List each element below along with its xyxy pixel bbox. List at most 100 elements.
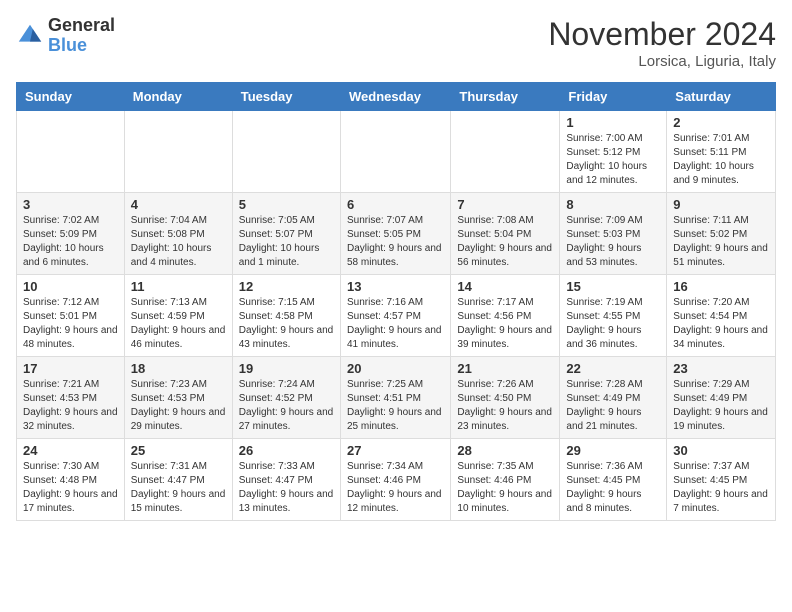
day-number: 27 bbox=[347, 443, 444, 458]
page-header: General Blue November 2024 Lorsica, Ligu… bbox=[16, 16, 776, 70]
calendar-cell bbox=[451, 111, 560, 193]
day-info: Sunrise: 7:20 AM Sunset: 4:54 PM Dayligh… bbox=[673, 296, 769, 352]
day-number: 11 bbox=[131, 279, 226, 294]
day-number: 10 bbox=[23, 279, 118, 294]
weekday-header-wednesday: Wednesday bbox=[340, 83, 450, 111]
day-number: 14 bbox=[457, 279, 553, 294]
day-number: 17 bbox=[23, 361, 118, 376]
day-info: Sunrise: 7:29 AM Sunset: 4:49 PM Dayligh… bbox=[673, 378, 769, 434]
calendar-cell: 14 Sunrise: 7:17 AM Sunset: 4:56 PM Dayli… bbox=[451, 275, 560, 357]
day-number: 3 bbox=[23, 197, 118, 212]
day-number: 21 bbox=[457, 361, 553, 376]
logo-blue: Blue bbox=[48, 35, 87, 55]
calendar-cell: 3Sunrise: 7:02 AM Sunset: 5:09 PM Daylig… bbox=[17, 193, 125, 275]
calendar-cell: 13 Sunrise: 7:16 AM Sunset: 4:57 PM Dayli… bbox=[340, 275, 450, 357]
calendar-cell: 11Sunrise: 7:13 AM Sunset: 4:59 PM Dayli… bbox=[124, 275, 232, 357]
day-number: 8 bbox=[566, 197, 660, 212]
day-info: Sunrise: 7:15 AM Sunset: 4:58 PM Dayligh… bbox=[239, 296, 334, 352]
location-subtitle: Lorsica, Liguria, Italy bbox=[548, 53, 776, 70]
calendar-cell: 18 Sunrise: 7:23 AM Sunset: 4:53 PM Dayli… bbox=[124, 357, 232, 439]
calendar-cell: 27 Sunrise: 7:34 AM Sunset: 4:46 PM Dayli… bbox=[340, 439, 450, 521]
day-number: 13 bbox=[347, 279, 444, 294]
day-info: Sunrise: 7:01 AM Sunset: 5:11 PM Dayligh… bbox=[673, 132, 769, 188]
calendar-cell: 12 Sunrise: 7:15 AM Sunset: 4:58 PM Dayli… bbox=[232, 275, 340, 357]
weekday-header-sunday: Sunday bbox=[17, 83, 125, 111]
day-number: 22 bbox=[566, 361, 660, 376]
day-info: Sunrise: 7:21 AM Sunset: 4:53 PM Dayligh… bbox=[23, 378, 118, 434]
day-info: Sunrise: 7:17 AM Sunset: 4:56 PM Dayligh… bbox=[457, 296, 553, 352]
day-info: Sunrise: 7:34 AM Sunset: 4:46 PM Dayligh… bbox=[347, 460, 444, 516]
calendar-cell: 26Sunrise: 7:33 AM Sunset: 4:47 PM Dayli… bbox=[232, 439, 340, 521]
day-number: 16 bbox=[673, 279, 769, 294]
calendar-cell: 8 Sunrise: 7:09 AM Sunset: 5:03 PM Daylig… bbox=[560, 193, 667, 275]
calendar-cell: 22 Sunrise: 7:28 AM Sunset: 4:49 PM Dayli… bbox=[560, 357, 667, 439]
calendar-cell: 19 Sunrise: 7:24 AM Sunset: 4:52 PM Dayli… bbox=[232, 357, 340, 439]
logo-icon bbox=[16, 22, 44, 50]
calendar-cell: 25 Sunrise: 7:31 AM Sunset: 4:47 PM Dayli… bbox=[124, 439, 232, 521]
weekday-header-saturday: Saturday bbox=[667, 83, 776, 111]
calendar-cell bbox=[232, 111, 340, 193]
calendar-cell: 1 Sunrise: 7:00 AM Sunset: 5:12 PM Daylig… bbox=[560, 111, 667, 193]
calendar-cell: 24Sunrise: 7:30 AM Sunset: 4:48 PM Dayli… bbox=[17, 439, 125, 521]
title-block: November 2024 Lorsica, Liguria, Italy bbox=[548, 16, 776, 70]
logo: General Blue bbox=[16, 16, 115, 56]
calendar-cell: 20 Sunrise: 7:25 AM Sunset: 4:51 PM Dayli… bbox=[340, 357, 450, 439]
day-number: 19 bbox=[239, 361, 334, 376]
day-number: 24 bbox=[23, 443, 118, 458]
day-number: 5 bbox=[239, 197, 334, 212]
day-info: Sunrise: 7:35 AM Sunset: 4:46 PM Dayligh… bbox=[457, 460, 553, 516]
day-info: Sunrise: 7:23 AM Sunset: 4:53 PM Dayligh… bbox=[131, 378, 226, 434]
calendar-cell: 10 Sunrise: 7:12 AM Sunset: 5:01 PM Dayli… bbox=[17, 275, 125, 357]
calendar-week-2: 3Sunrise: 7:02 AM Sunset: 5:09 PM Daylig… bbox=[17, 193, 776, 275]
day-number: 25 bbox=[131, 443, 226, 458]
day-info: Sunrise: 7:07 AM Sunset: 5:05 PM Dayligh… bbox=[347, 214, 444, 270]
day-number: 2 bbox=[673, 115, 769, 130]
calendar-table: SundayMondayTuesdayWednesdayThursdayFrid… bbox=[16, 82, 776, 521]
calendar-cell: 15Sunrise: 7:19 AM Sunset: 4:55 PM Dayli… bbox=[560, 275, 667, 357]
calendar-week-4: 17 Sunrise: 7:21 AM Sunset: 4:53 PM Dayli… bbox=[17, 357, 776, 439]
calendar-cell bbox=[17, 111, 125, 193]
day-number: 7 bbox=[457, 197, 553, 212]
month-title: November 2024 bbox=[548, 16, 776, 53]
day-info: Sunrise: 7:37 AM Sunset: 4:45 PM Dayligh… bbox=[673, 460, 769, 516]
day-number: 29 bbox=[566, 443, 660, 458]
day-info: Sunrise: 7:36 AM Sunset: 4:45 PM Dayligh… bbox=[566, 460, 660, 516]
day-info: Sunrise: 7:12 AM Sunset: 5:01 PM Dayligh… bbox=[23, 296, 118, 352]
day-info: Sunrise: 7:31 AM Sunset: 4:47 PM Dayligh… bbox=[131, 460, 226, 516]
day-number: 20 bbox=[347, 361, 444, 376]
calendar-cell: 2 Sunrise: 7:01 AM Sunset: 5:11 PM Daylig… bbox=[667, 111, 776, 193]
calendar-week-3: 10 Sunrise: 7:12 AM Sunset: 5:01 PM Dayli… bbox=[17, 275, 776, 357]
day-info: Sunrise: 7:09 AM Sunset: 5:03 PM Dayligh… bbox=[566, 214, 660, 270]
day-info: Sunrise: 7:19 AM Sunset: 4:55 PM Dayligh… bbox=[566, 296, 660, 352]
calendar-cell: 21 Sunrise: 7:26 AM Sunset: 4:50 PM Dayli… bbox=[451, 357, 560, 439]
day-number: 23 bbox=[673, 361, 769, 376]
day-number: 30 bbox=[673, 443, 769, 458]
weekday-header-tuesday: Tuesday bbox=[232, 83, 340, 111]
day-number: 12 bbox=[239, 279, 334, 294]
day-info: Sunrise: 7:28 AM Sunset: 4:49 PM Dayligh… bbox=[566, 378, 660, 434]
day-number: 9 bbox=[673, 197, 769, 212]
weekday-header-friday: Friday bbox=[560, 83, 667, 111]
day-info: Sunrise: 7:24 AM Sunset: 4:52 PM Dayligh… bbox=[239, 378, 334, 434]
calendar-cell: 5Sunrise: 7:05 AM Sunset: 5:07 PM Daylig… bbox=[232, 193, 340, 275]
weekday-header-thursday: Thursday bbox=[451, 83, 560, 111]
calendar-cell: 30 Sunrise: 7:37 AM Sunset: 4:45 PM Dayli… bbox=[667, 439, 776, 521]
day-info: Sunrise: 7:08 AM Sunset: 5:04 PM Dayligh… bbox=[457, 214, 553, 270]
day-info: Sunrise: 7:11 AM Sunset: 5:02 PM Dayligh… bbox=[673, 214, 769, 270]
logo-text: General Blue bbox=[48, 16, 115, 56]
day-info: Sunrise: 7:26 AM Sunset: 4:50 PM Dayligh… bbox=[457, 378, 553, 434]
calendar-cell: 9 Sunrise: 7:11 AM Sunset: 5:02 PM Daylig… bbox=[667, 193, 776, 275]
day-info: Sunrise: 7:00 AM Sunset: 5:12 PM Dayligh… bbox=[566, 132, 660, 188]
day-info: Sunrise: 7:16 AM Sunset: 4:57 PM Dayligh… bbox=[347, 296, 444, 352]
day-info: Sunrise: 7:25 AM Sunset: 4:51 PM Dayligh… bbox=[347, 378, 444, 434]
calendar-cell: 7 Sunrise: 7:08 AM Sunset: 5:04 PM Daylig… bbox=[451, 193, 560, 275]
calendar-cell: 6Sunrise: 7:07 AM Sunset: 5:05 PM Daylig… bbox=[340, 193, 450, 275]
calendar-cell: 28 Sunrise: 7:35 AM Sunset: 4:46 PM Dayli… bbox=[451, 439, 560, 521]
calendar-cell: 17 Sunrise: 7:21 AM Sunset: 4:53 PM Dayli… bbox=[17, 357, 125, 439]
calendar-cell bbox=[124, 111, 232, 193]
day-number: 1 bbox=[566, 115, 660, 130]
day-number: 18 bbox=[131, 361, 226, 376]
day-info: Sunrise: 7:04 AM Sunset: 5:08 PM Dayligh… bbox=[131, 214, 226, 270]
day-number: 4 bbox=[131, 197, 226, 212]
day-number: 28 bbox=[457, 443, 553, 458]
